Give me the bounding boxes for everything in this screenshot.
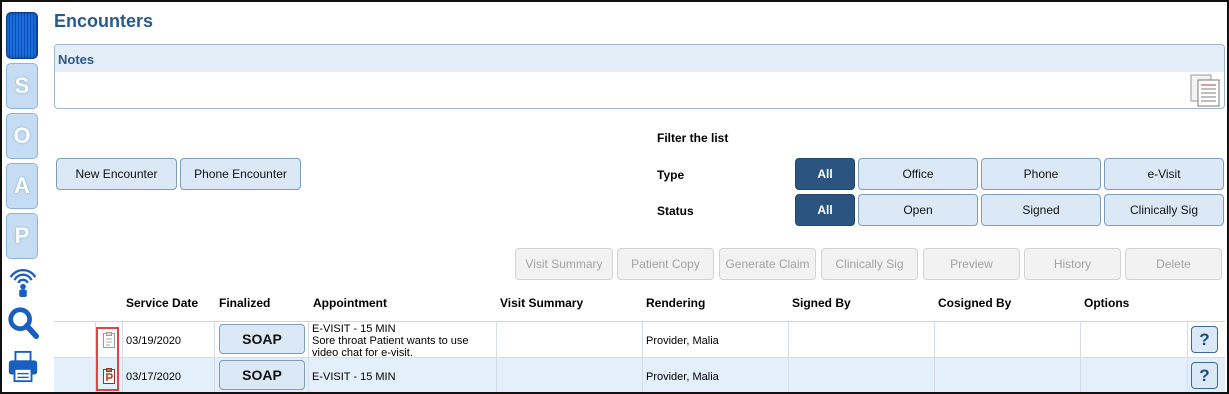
finalized-cell: SOAP (214, 322, 308, 358)
generate-claim-button[interactable]: Generate Claim (719, 248, 816, 280)
left-sidebar: S O A P (2, 2, 42, 392)
options-cell (1080, 322, 1187, 358)
signed-by-cell (788, 322, 934, 358)
soap-button[interactable]: SOAP (219, 324, 305, 354)
sidebar-s-label: S (14, 73, 30, 98)
finalized-cell: SOAP (214, 358, 308, 392)
page-title: Encounters (54, 11, 154, 31)
encounters-window: S O A P Encounters Notes New Encounter P… (0, 0, 1229, 394)
type-filter-phone[interactable]: Phone (981, 158, 1101, 190)
service-date: 03/19/2020 (126, 335, 182, 347)
unsigned-document-icon[interactable] (103, 332, 115, 348)
grid-icon[interactable] (6, 12, 38, 59)
doc-status-cell (95, 358, 122, 392)
help-button[interactable]: ? (1191, 362, 1218, 389)
rendering-cell: Provider, Malia (642, 358, 788, 392)
help-cell: ? (1187, 322, 1225, 358)
sidebar-a-button[interactable]: A (6, 163, 38, 209)
soap-button[interactable]: SOAP (219, 360, 305, 390)
history-button[interactable]: History (1024, 248, 1121, 280)
delete-button[interactable]: Delete (1125, 248, 1222, 280)
rendering-cell: Provider, Malia (642, 322, 788, 358)
appointment-reason: Sore throat Patient wants to use (312, 335, 469, 347)
status-filter-open[interactable]: Open (858, 194, 978, 226)
wireless-icon[interactable] (6, 264, 40, 298)
type-filter-evisit[interactable]: e-Visit (1104, 158, 1224, 190)
preliminary-document-icon[interactable] (103, 368, 115, 384)
phone-encounter-button[interactable]: Phone Encounter (180, 158, 301, 190)
patient-copy-button[interactable]: Patient Copy (617, 248, 714, 280)
status-filter-label: Status (657, 204, 694, 218)
appointment-cell: E-VISIT - 15 MIN (308, 358, 496, 392)
options-cell (1080, 358, 1187, 392)
header-options[interactable]: Options (1084, 296, 1129, 310)
help-cell: ? (1187, 358, 1225, 392)
signed-by-cell (788, 358, 934, 392)
preview-button[interactable]: Preview (923, 248, 1020, 280)
header-finalized[interactable]: Finalized (219, 296, 270, 310)
service-date: 03/17/2020 (126, 371, 182, 383)
table-row[interactable]: 03/17/2020 SOAP E-VISIT - 15 MIN Provide… (54, 358, 1225, 392)
sidebar-o-button[interactable]: O (6, 113, 38, 159)
rendering-provider: Provider, Malia (646, 371, 719, 383)
sidebar-o-label: O (13, 123, 31, 148)
notes-label: Notes (55, 45, 1224, 72)
clinically-sig-button[interactable]: Clinically Sig (821, 248, 918, 280)
status-filter-signed[interactable]: Signed (981, 194, 1101, 226)
rendering-provider: Provider, Malia (646, 335, 719, 347)
visit-summary-cell (496, 322, 642, 358)
service-date-cell: 03/19/2020 (122, 322, 214, 358)
header-service-date[interactable]: Service Date (126, 296, 198, 310)
header-rendering[interactable]: Rendering (646, 296, 705, 310)
new-encounter-button[interactable]: New Encounter (56, 158, 177, 190)
sidebar-p-button[interactable]: P (6, 213, 38, 259)
appointment-type: E-VISIT - 15 MIN (312, 323, 396, 335)
header-cosigned-by[interactable]: Cosigned By (938, 296, 1011, 310)
printer-icon[interactable] (6, 350, 40, 384)
header-signed-by[interactable]: Signed By (792, 296, 851, 310)
sidebar-s-button[interactable]: S (6, 63, 38, 109)
cosigned-by-cell (934, 322, 1080, 358)
table-header: Service Date Finalized Appointment Visit… (54, 290, 1225, 322)
service-date-cell: 03/17/2020 (122, 358, 214, 392)
soap-label: SOAP (242, 367, 282, 383)
appointment-type: E-VISIT - 15 MIN (312, 371, 396, 383)
filter-title: Filter the list (657, 131, 729, 145)
type-filter-label: Type (657, 168, 685, 182)
status-filter-clinically-sig[interactable]: Clinically Sig (1104, 194, 1224, 226)
header-appointment[interactable]: Appointment (313, 296, 387, 310)
soap-label: SOAP (242, 331, 282, 347)
type-filter-all[interactable]: All (795, 158, 855, 190)
cosigned-by-cell (934, 358, 1080, 392)
notes-document-icon[interactable] (1188, 73, 1222, 107)
header-visit-summary[interactable]: Visit Summary (500, 296, 583, 310)
encounters-table: Service Date Finalized Appointment Visit… (54, 290, 1225, 392)
sidebar-a-label: A (14, 173, 30, 198)
status-filter-all[interactable]: All (795, 194, 855, 226)
type-filter-office[interactable]: Office (858, 158, 978, 190)
help-button[interactable]: ? (1191, 326, 1218, 353)
doc-status-cell (95, 322, 122, 358)
visit-summary-button[interactable]: Visit Summary (515, 248, 613, 280)
sidebar-p-label: P (14, 223, 30, 248)
table-row[interactable]: 03/19/2020 SOAP E-VISIT - 15 MIN Sore th… (54, 322, 1225, 359)
visit-summary-cell (496, 358, 642, 392)
search-icon[interactable] (6, 306, 40, 340)
appointment-cell: E-VISIT - 15 MIN Sore throat Patient wan… (308, 322, 496, 359)
notes-panel[interactable]: Notes (54, 44, 1225, 109)
